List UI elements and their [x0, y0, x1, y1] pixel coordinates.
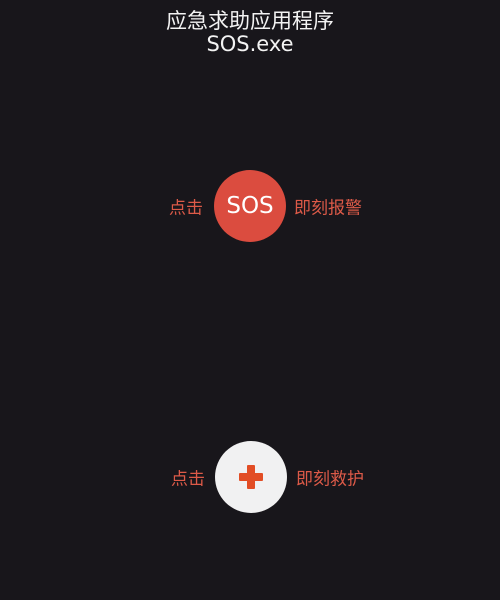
plus-icon [237, 463, 265, 491]
sos-button[interactable]: SOS [214, 170, 286, 242]
help-right-label: 即刻救护 [296, 469, 364, 490]
page-title: 应急求助应用程序 [166, 9, 334, 33]
sos-action-row: 点击 SOS 即刻报警 [0, 170, 500, 242]
help-left-label: 点击 [171, 469, 205, 490]
help-action-row: 点击 即刻救护 [0, 441, 500, 513]
sos-button-label: SOS [226, 193, 274, 219]
sos-left-label: 点击 [169, 198, 203, 219]
page-subtitle: SOS.exe [206, 32, 294, 56]
page-header: 应急求助应用程序 SOS.exe [0, 10, 500, 56]
sos-right-label: 即刻报警 [294, 198, 362, 219]
first-aid-button[interactable] [215, 441, 287, 513]
app-screen: 应急求助应用程序 SOS.exe 点击 SOS 即刻报警 点击 即刻救护 [0, 0, 500, 600]
